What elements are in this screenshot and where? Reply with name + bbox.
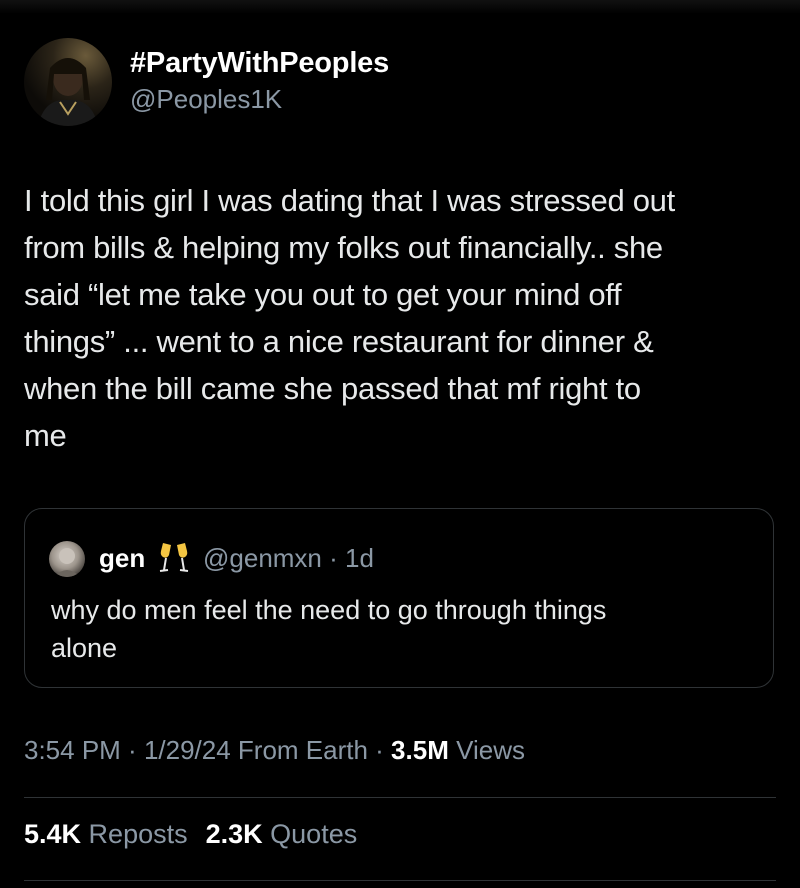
quoted-handle-time: @genmxn · 1d bbox=[203, 543, 374, 573]
reposts-label: Reposts bbox=[81, 819, 188, 849]
top-edge bbox=[0, 0, 800, 14]
tweet-meta: 3:54 PM · 1/29/24 From Earth · 3.5M View… bbox=[24, 735, 525, 766]
tweet-date[interactable]: 1/29/24 bbox=[144, 735, 231, 765]
quoted-avatar bbox=[49, 541, 85, 577]
quotes-count: 2.3K bbox=[205, 819, 263, 849]
divider bbox=[24, 880, 776, 881]
tweet-stats: 5.4K Reposts 2.3K Quotes bbox=[24, 819, 357, 850]
champagne-glasses-icon bbox=[157, 539, 191, 575]
reposts-count: 5.4K bbox=[24, 819, 82, 849]
quoted-avatar-image bbox=[54, 548, 80, 577]
tweet-header: #PartyWithPeoples @Peoples1K bbox=[24, 38, 784, 130]
avatar[interactable] bbox=[24, 38, 112, 126]
display-name[interactable]: #PartyWithPeoples bbox=[130, 46, 389, 80]
avatar-image bbox=[38, 58, 98, 126]
quoted-tweet-text: why do men feel the need to go through t… bbox=[51, 595, 607, 663]
quoted-tweet-header: gen @genmxn · 1d bbox=[49, 539, 749, 579]
reposts-link[interactable]: 5.4K Reposts bbox=[24, 819, 188, 849]
meta-separator: · bbox=[120, 735, 144, 765]
tweet-text: I told this girl I was dating that I was… bbox=[24, 183, 675, 453]
views-count: 3.5M bbox=[391, 735, 449, 765]
divider bbox=[24, 797, 776, 798]
quoted-tweet[interactable]: gen @genmxn · 1d why do men feel the nee… bbox=[24, 508, 774, 688]
views-label: Views bbox=[448, 735, 525, 765]
quotes-label: Quotes bbox=[262, 819, 358, 849]
quotes-link[interactable]: 2.3K Quotes bbox=[206, 819, 358, 849]
author-handle[interactable]: @Peoples1K bbox=[130, 82, 389, 116]
tweet-time[interactable]: 3:54 PM bbox=[24, 735, 121, 765]
author-names: #PartyWithPeoples @Peoples1K bbox=[130, 46, 389, 116]
quoted-display-name[interactable]: gen bbox=[99, 543, 145, 574]
tweet-source: From Earth bbox=[230, 735, 368, 765]
meta-separator: · bbox=[367, 735, 392, 765]
